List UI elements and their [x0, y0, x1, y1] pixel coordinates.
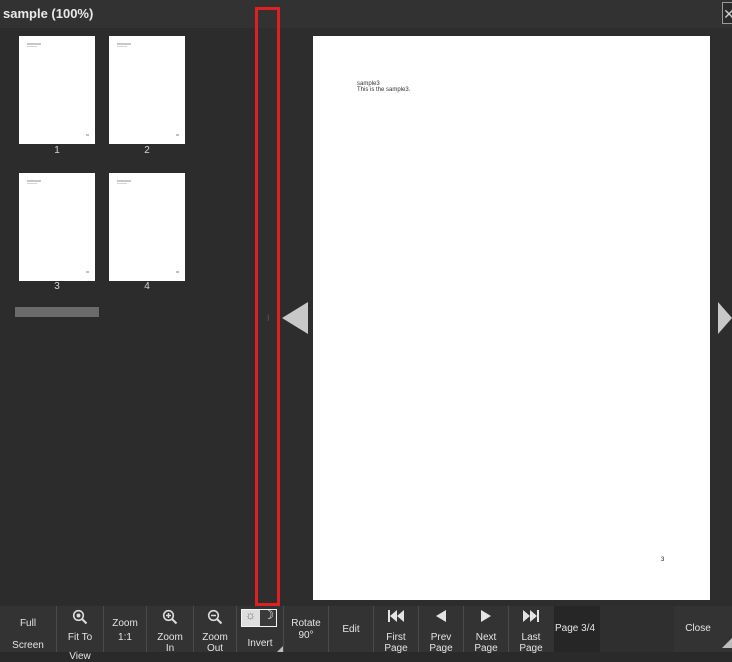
thumbnail-label: 1: [54, 145, 60, 156]
last-page-label-2: Page: [519, 643, 543, 654]
window-close-icon[interactable]: ✕: [722, 2, 732, 24]
page-indicator: Page 3/4: [554, 606, 600, 652]
next-page-button[interactable]: Next Page: [464, 606, 508, 654]
invert-toggle-icon: ☼ ☽: [241, 609, 277, 627]
thumbnail-page-1[interactable]: [19, 36, 95, 144]
page-text-line: This is the sample3.: [357, 87, 411, 93]
prev-page-label-2: Page: [429, 643, 453, 654]
zoom-1-1-label-1: Zoom: [112, 618, 138, 629]
prev-page-button[interactable]: Prev Page: [419, 606, 463, 654]
edit-label: Edit: [342, 624, 360, 635]
first-page-button[interactable]: First Page: [374, 606, 418, 654]
page-footer-number: 3: [661, 557, 665, 563]
thumbnail-page-2[interactable]: [109, 36, 185, 144]
first-page-label-2: Page: [384, 643, 408, 654]
resize-grip-icon[interactable]: [722, 638, 732, 648]
zoom-out-label-1: Zoom: [202, 632, 228, 643]
thumbnail-sidebar: 1 2 3 4: [0, 28, 256, 606]
zoom-1-1-button[interactable]: Zoom 1:1: [104, 606, 146, 652]
last-page-button[interactable]: Last Page: [509, 606, 553, 654]
skip-first-icon: [387, 609, 405, 624]
title-bar: sample (100%) ✕: [0, 0, 732, 28]
bottom-toolbar: Full Screen View Fit To Zoom 1:1 Zoom In…: [0, 606, 732, 662]
full-screen-button[interactable]: Full Screen: [0, 606, 56, 652]
thumbnail-label: 2: [144, 145, 150, 156]
triangle-left-icon: [434, 609, 448, 624]
thumbnail-label: 4: [144, 281, 150, 292]
close-button[interactable]: Close: [674, 606, 722, 652]
first-page-label-1: First: [386, 632, 406, 643]
thumbnail-page-3[interactable]: [19, 173, 95, 281]
full-screen-label-2: Screen: [12, 640, 44, 651]
skip-last-icon: [522, 609, 540, 624]
fit-to-view-label-2: View: [69, 651, 91, 662]
zoom-in-button[interactable]: Zoom In: [147, 606, 193, 654]
rotate-label-1: Rotate: [291, 618, 321, 629]
triangle-right-icon: [479, 609, 493, 624]
zoom-out-icon: [207, 609, 223, 626]
close-label: Close: [685, 623, 711, 634]
sun-icon: ☼: [245, 608, 256, 622]
sidebar-scrollbar[interactable]: [15, 307, 99, 317]
next-page-arrow-icon[interactable]: [718, 302, 732, 334]
zoom-out-button[interactable]: Zoom Out: [194, 606, 236, 654]
edit-button[interactable]: Edit: [329, 606, 373, 652]
invert-button[interactable]: ☼ ☽ Invert: [237, 606, 283, 652]
splitter-marker: I: [267, 313, 270, 323]
document-page: sample3 This is the sample3. 3: [313, 36, 710, 600]
zoom-in-label-1: Zoom: [157, 632, 183, 643]
magnifier-icon: [72, 609, 88, 626]
zoom-in-icon: [162, 609, 178, 626]
moon-icon: ☽: [263, 608, 274, 622]
next-page-label-1: Next: [475, 632, 497, 643]
next-page-label-2: Page: [474, 643, 498, 654]
page-indicator-text: Page 3/4: [555, 623, 596, 634]
zoom-1-1-label-2: 1:1: [118, 632, 132, 643]
prev-page-arrow-icon[interactable]: [282, 302, 308, 334]
thumbnail-page-4[interactable]: [109, 173, 185, 281]
fit-to-view-label-1: Fit To: [67, 632, 93, 643]
toolbar-spacer: [600, 606, 674, 652]
window-title: sample (100%): [3, 6, 94, 21]
last-page-label-1: Last: [521, 632, 541, 643]
rotate-label-2: 90°: [298, 630, 314, 641]
full-screen-label-1: Full: [19, 618, 37, 629]
rotate-90-button[interactable]: Rotate 90°: [284, 606, 328, 652]
zoom-in-label-2: In: [165, 643, 175, 654]
prev-page-label-1: Prev: [430, 632, 452, 643]
thumbnail-label: 3: [54, 281, 60, 292]
fit-to-view-button[interactable]: View Fit To: [57, 606, 103, 662]
zoom-out-label-2: Out: [206, 643, 224, 654]
